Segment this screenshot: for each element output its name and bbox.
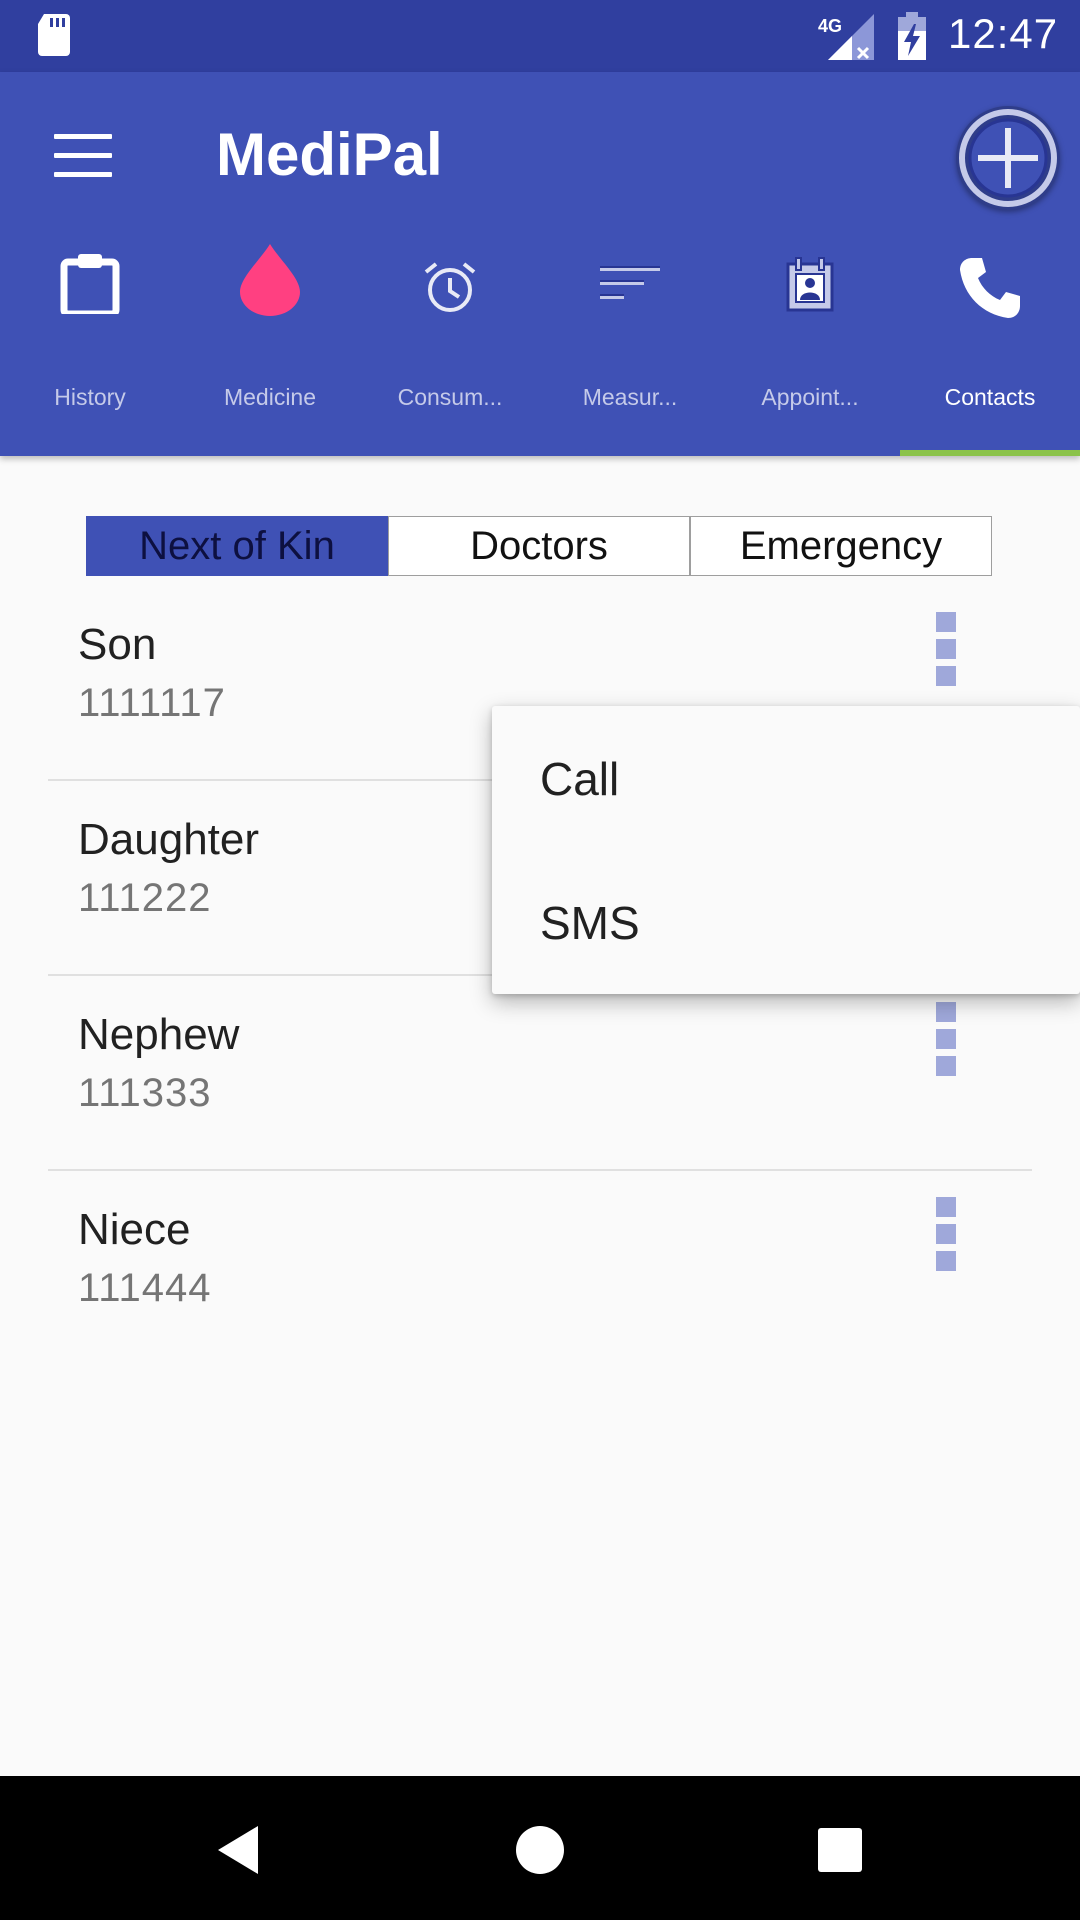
hamburger-menu-icon[interactable] xyxy=(54,134,112,178)
tab-medicine-label: Medicine xyxy=(223,384,317,410)
battery-charging-icon xyxy=(898,12,926,60)
tab-history[interactable]: History xyxy=(0,254,180,456)
back-icon[interactable] xyxy=(214,1822,270,1878)
signal-icon: 4G xyxy=(818,14,874,60)
contact-action-popup-menu: Call SMS xyxy=(492,706,1080,994)
status-bar: 4G 12:47 xyxy=(0,0,1080,72)
network-type-label: 4G xyxy=(818,16,842,36)
tab-contacts[interactable]: Contacts xyxy=(900,258,1080,456)
tab-contacts-label: Contacts xyxy=(944,384,1036,410)
system-navigation-bar xyxy=(0,1776,1080,1920)
sort-lines-icon xyxy=(600,266,660,299)
clipboard-icon xyxy=(60,254,120,314)
overflow-menu-icon[interactable] xyxy=(936,1002,960,1082)
contact-name: Son xyxy=(78,620,157,669)
menu-item-call[interactable]: Call xyxy=(492,706,1080,850)
drop-icon xyxy=(240,244,300,316)
app-bar: MediPal History Medicine Consum... Measu… xyxy=(0,72,1080,456)
active-tab-indicator xyxy=(900,450,1080,456)
sd-card-icon xyxy=(38,14,70,56)
tab-medicine[interactable]: Medicine xyxy=(180,244,360,456)
tab-consumption[interactable]: Consum... xyxy=(360,262,540,456)
tab-consumption-label: Consum... xyxy=(397,384,503,410)
contact-row[interactable]: Nephew 111333 xyxy=(48,976,1032,1171)
tab-appointment-label: Appoint... xyxy=(761,384,859,410)
contact-phone: 111222 xyxy=(78,876,212,920)
calendar-person-icon xyxy=(786,257,834,312)
tab-bar: History Medicine Consum... Measur... App… xyxy=(0,244,1080,456)
tab-appointment[interactable]: Appoint... xyxy=(720,257,900,456)
menu-item-call-label: Call xyxy=(540,753,620,805)
add-button[interactable] xyxy=(956,106,1060,210)
overflow-menu-icon[interactable] xyxy=(936,612,960,692)
tab-history-label: History xyxy=(54,384,126,410)
contact-name: Daughter xyxy=(78,815,260,864)
contact-category-segmented-control: Next of Kin Doctors Emergency xyxy=(86,516,994,576)
menu-item-sms-label: SMS xyxy=(540,897,640,949)
tab-measurement[interactable]: Measur... xyxy=(540,262,720,456)
segment-next-of-kin[interactable]: Next of Kin xyxy=(86,516,388,576)
contact-phone: 111333 xyxy=(78,1071,212,1115)
recents-icon[interactable] xyxy=(812,1822,868,1878)
contact-name: Nephew xyxy=(78,1010,240,1059)
phone-icon xyxy=(960,258,1020,318)
contact-phone: 1111117 xyxy=(78,681,226,725)
alarm-clock-icon xyxy=(424,262,476,312)
add-circle-icon xyxy=(959,109,1057,207)
clock: 12:47 xyxy=(948,10,1059,57)
tab-measurement-label: Measur... xyxy=(582,384,678,410)
segment-doctors[interactable]: Doctors xyxy=(388,516,690,576)
menu-item-sms[interactable]: SMS xyxy=(492,850,1080,994)
home-icon[interactable] xyxy=(512,1822,568,1878)
overflow-menu-icon[interactable] xyxy=(936,1197,960,1277)
segment-emergency[interactable]: Emergency xyxy=(690,516,992,576)
contact-row[interactable]: Niece 111444 xyxy=(48,1171,1032,1366)
contact-phone: 111444 xyxy=(78,1266,212,1310)
contact-name: Niece xyxy=(78,1205,191,1254)
app-title: MediPal xyxy=(216,121,443,188)
